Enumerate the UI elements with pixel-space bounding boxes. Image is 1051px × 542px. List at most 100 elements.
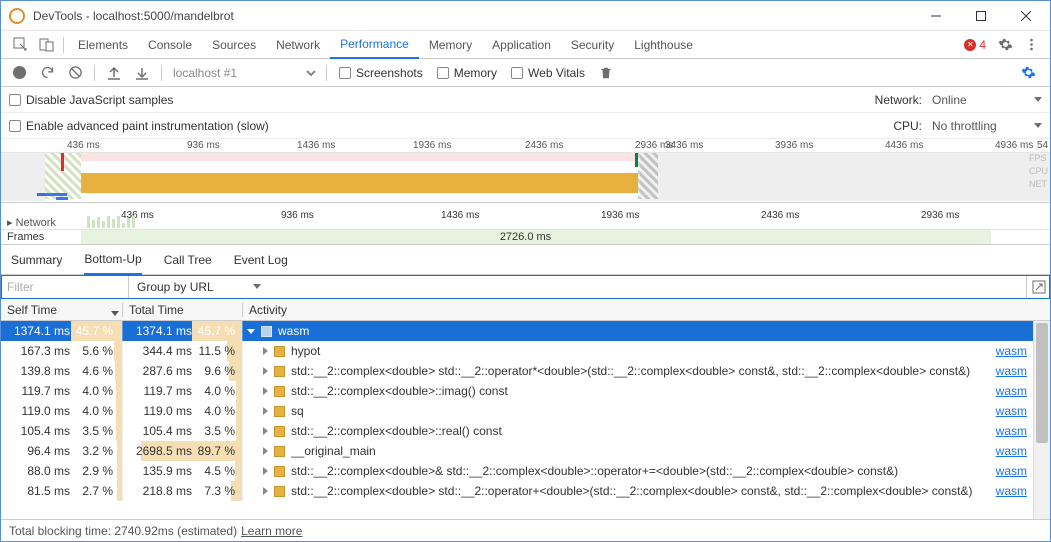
tab-sources[interactable]: Sources [202, 31, 266, 59]
disclosure-triangle-icon[interactable] [263, 467, 268, 475]
tab-security[interactable]: Security [561, 31, 624, 59]
chevron-down-icon [253, 284, 261, 289]
mini-frame-bars [87, 216, 135, 228]
maximize-button[interactable] [958, 1, 1003, 30]
devtools-icon [9, 8, 25, 24]
disclosure-triangle-icon[interactable] [263, 427, 268, 435]
table-row[interactable]: 1374.1 ms45.7 %1374.1 ms45.7 %wasm [1, 321, 1033, 341]
sort-desc-icon [111, 311, 119, 316]
source-link[interactable]: wasm [996, 344, 1033, 358]
capture-settings-gear-icon[interactable] [1016, 61, 1040, 85]
table-row[interactable]: 96.4 ms3.2 %2698.5 ms89.7 %__original_ma… [1, 441, 1033, 461]
filter-bar: Filter Group by URL [1, 275, 1050, 299]
table-header: Self Time Total Time Activity [1, 299, 1050, 321]
disclosure-triangle-icon[interactable] [263, 347, 268, 355]
subtab-bottom-up[interactable]: Bottom-Up [84, 245, 141, 275]
scrollbar-thumb[interactable] [1036, 323, 1048, 443]
disclosure-triangle-icon[interactable] [247, 329, 255, 334]
source-link[interactable]: wasm [996, 404, 1033, 418]
error-icon: ✕ [964, 39, 976, 51]
tab-network[interactable]: Network [266, 31, 330, 59]
source-link[interactable]: wasm [996, 444, 1033, 458]
table-row[interactable]: 88.0 ms2.9 %135.9 ms4.5 %std::__2::compl… [1, 461, 1033, 481]
blocking-time-text: Total blocking time: 2740.92ms (estimate… [9, 524, 237, 538]
script-swatch-icon [274, 426, 285, 437]
detail-timeline[interactable]: 436 ms936 ms1436 ms1936 ms2436 ms2936 ms… [1, 203, 1050, 245]
webvitals-checkbox[interactable]: Web Vitals [506, 66, 590, 80]
col-self-time[interactable]: Self Time [1, 303, 123, 317]
script-swatch-icon [274, 366, 285, 377]
save-profile-button[interactable] [130, 61, 154, 85]
settings-row-1: Disable JavaScript samples Network: Onli… [1, 87, 1050, 113]
source-link[interactable]: wasm [996, 384, 1033, 398]
tab-console[interactable]: Console [138, 31, 202, 59]
activity-name: std::__2::complex<double>::real() const [291, 424, 990, 438]
inspect-icon[interactable] [7, 32, 33, 58]
disclosure-triangle-icon[interactable] [263, 407, 268, 415]
tab-memory[interactable]: Memory [419, 31, 482, 59]
clear-button[interactable] [63, 61, 87, 85]
chevron-down-icon [1034, 123, 1042, 128]
window-title: DevTools - localhost:5000/mandelbrot [33, 9, 913, 23]
grouping-select[interactable]: Group by URL [129, 275, 269, 298]
settings-row-2: Enable advanced paint instrumentation (s… [1, 113, 1050, 139]
close-button[interactable] [1003, 1, 1048, 30]
script-swatch-icon [261, 326, 272, 337]
error-count-badge[interactable]: ✕4 [958, 38, 992, 52]
tab-lighthouse[interactable]: Lighthouse [624, 31, 703, 59]
table-body-wrapper: 1374.1 ms45.7 %1374.1 ms45.7 %wasm167.3 … [1, 321, 1050, 519]
source-link[interactable]: wasm [996, 424, 1033, 438]
network-track-label[interactable]: ▸ Network [7, 216, 56, 229]
activity-name: std::__2::complex<double> std::__2::oper… [291, 484, 990, 498]
table-row[interactable]: 119.0 ms4.0 %119.0 ms4.0 %sqwasm [1, 401, 1033, 421]
subtab-event-log[interactable]: Event Log [234, 245, 288, 275]
col-total-time[interactable]: Total Time [123, 303, 243, 317]
settings-gear-icon[interactable] [992, 32, 1018, 58]
enable-paint-checkbox[interactable]: Enable advanced paint instrumentation (s… [9, 119, 269, 133]
disclosure-triangle-icon[interactable] [263, 367, 268, 375]
disable-js-checkbox[interactable]: Disable JavaScript samples [9, 93, 173, 107]
profile-select[interactable]: localhost #1 [169, 65, 319, 81]
screenshots-checkbox[interactable]: Screenshots [334, 66, 428, 80]
table-row[interactable]: 119.7 ms4.0 %119.7 ms4.0 %std::__2::comp… [1, 381, 1033, 401]
load-profile-button[interactable] [102, 61, 126, 85]
frames-track[interactable]: Frames 2726.0 ms [1, 229, 1050, 244]
activity-name: std::__2::complex<double>::imag() const [291, 384, 990, 398]
overview-timeline[interactable]: 436 ms936 ms1436 ms1936 ms2436 ms2936 ms… [1, 139, 1050, 203]
toggle-heavy-icon[interactable] [1026, 275, 1050, 298]
more-menu-icon[interactable] [1018, 32, 1044, 58]
tab-performance[interactable]: Performance [330, 31, 419, 59]
table-row[interactable]: 167.3 ms5.6 %344.4 ms11.5 %hypotwasm [1, 341, 1033, 361]
network-label: Network: [875, 93, 922, 107]
col-activity[interactable]: Activity [243, 303, 1050, 317]
disclosure-triangle-icon[interactable] [263, 447, 268, 455]
subtab-summary[interactable]: Summary [11, 245, 62, 275]
tab-application[interactable]: Application [482, 31, 561, 59]
table-row[interactable]: 105.4 ms3.5 %105.4 ms3.5 %std::__2::comp… [1, 421, 1033, 441]
source-link[interactable]: wasm [996, 364, 1033, 378]
table-row[interactable]: 139.8 ms4.6 %287.6 ms9.6 %std::__2::comp… [1, 361, 1033, 381]
disclosure-triangle-icon[interactable] [263, 387, 268, 395]
script-swatch-icon [274, 346, 285, 357]
device-toggle-icon[interactable] [33, 32, 59, 58]
network-select[interactable]: Online [932, 93, 1042, 107]
source-link[interactable]: wasm [996, 484, 1033, 498]
table-row[interactable]: 81.5 ms2.7 %218.8 ms7.3 %std::__2::compl… [1, 481, 1033, 501]
reload-record-button[interactable] [35, 61, 59, 85]
tab-elements[interactable]: Elements [68, 31, 138, 59]
delete-profile-button[interactable] [594, 61, 618, 85]
activity-name: sq [291, 404, 990, 418]
learn-more-link[interactable]: Learn more [241, 524, 302, 538]
cpu-select[interactable]: No throttling [932, 119, 1042, 133]
script-swatch-icon [274, 486, 285, 497]
subtab-call-tree[interactable]: Call Tree [164, 245, 212, 275]
activity-name: __original_main [291, 444, 990, 458]
footer-bar: Total blocking time: 2740.92ms (estimate… [1, 519, 1050, 541]
memory-checkbox[interactable]: Memory [432, 66, 502, 80]
minimize-button[interactable] [913, 1, 958, 30]
vertical-scrollbar[interactable] [1033, 321, 1050, 519]
disclosure-triangle-icon[interactable] [263, 487, 268, 495]
record-button[interactable] [7, 61, 31, 85]
filter-input[interactable]: Filter [1, 275, 129, 298]
source-link[interactable]: wasm [996, 464, 1033, 478]
